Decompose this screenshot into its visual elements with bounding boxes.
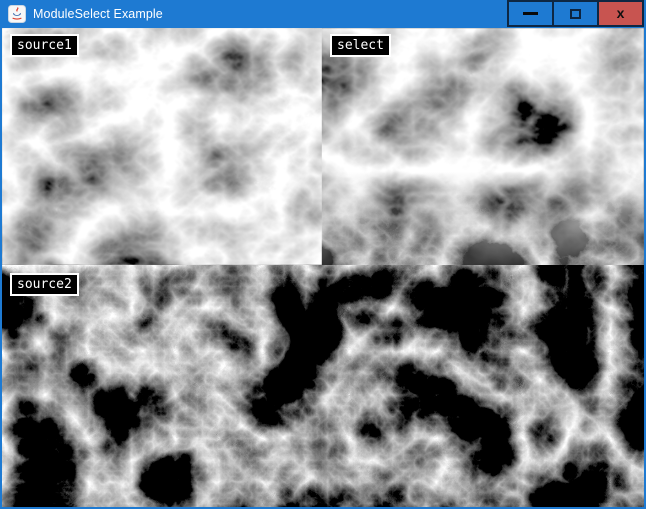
source1-image: [2, 28, 322, 265]
maximize-button[interactable]: [554, 2, 597, 25]
source2-image: [2, 265, 644, 507]
close-button[interactable]: x: [599, 2, 642, 25]
close-icon: x: [617, 6, 625, 20]
titlebar[interactable]: ModuleSelect Example x: [0, 0, 646, 28]
minimize-button[interactable]: [509, 2, 552, 25]
window-controls: x: [507, 0, 644, 27]
app-window: ModuleSelect Example x source1: [0, 0, 646, 509]
window-title: ModuleSelect Example: [33, 7, 163, 21]
render-area: source1 select source2: [2, 28, 644, 507]
select-label: select: [330, 34, 391, 57]
maximize-icon: [570, 9, 581, 19]
java-app-icon: [8, 5, 26, 23]
source2-label: source2: [10, 273, 79, 296]
minimize-icon: [523, 12, 538, 15]
source1-label: source1: [10, 34, 79, 57]
